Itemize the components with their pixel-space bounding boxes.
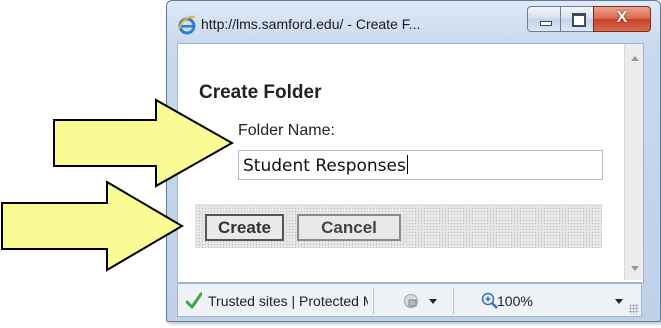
vertical-scrollbar[interactable] [624,44,643,280]
internet-explorer-icon [178,15,196,35]
create-button[interactable]: Create [205,214,284,241]
pointer-arrow-lower [1,180,184,272]
scroll-down-icon[interactable] [631,266,639,271]
pointer-arrow-upper [53,98,234,188]
minimize-icon [540,21,552,26]
protected-mode-icon[interactable] [402,293,420,309]
button-bar: Create Cancel [195,204,602,248]
browser-popup-window: http://lms.samford.edu/ - Create F... X … [166,0,661,322]
window-title: http://lms.samford.edu/ - Create F... [201,16,421,32]
status-divider [373,288,374,314]
security-zone-text: Trusted sites | Protected Mode: Off [208,293,368,309]
status-divider [453,288,454,314]
close-icon: X [616,9,628,26]
resize-grip[interactable] [629,304,639,314]
checkmark-icon [186,292,202,309]
folder-name-value: Student Responses [243,156,406,176]
zoom-dropdown-icon[interactable] [615,299,623,304]
zone-dropdown-icon[interactable] [429,299,437,304]
page-content: Create Folder Folder Name: Student Respo… [177,43,644,283]
status-bar: Trusted sites | Protected Mode: Off 100% [177,283,642,317]
title-bar[interactable]: http://lms.samford.edu/ - Create F... X [167,1,660,41]
folder-name-label: Folder Name: [238,122,335,139]
scroll-up-icon[interactable] [631,56,639,61]
close-button[interactable]: X [593,6,651,32]
minimize-button[interactable] [527,6,561,32]
folder-name-input[interactable]: Student Responses [238,150,603,180]
cancel-button[interactable]: Cancel [297,214,401,241]
zoom-level[interactable]: 100% [497,293,533,309]
maximize-button[interactable] [560,6,594,32]
maximize-icon [572,13,586,27]
text-caret [406,155,408,174]
